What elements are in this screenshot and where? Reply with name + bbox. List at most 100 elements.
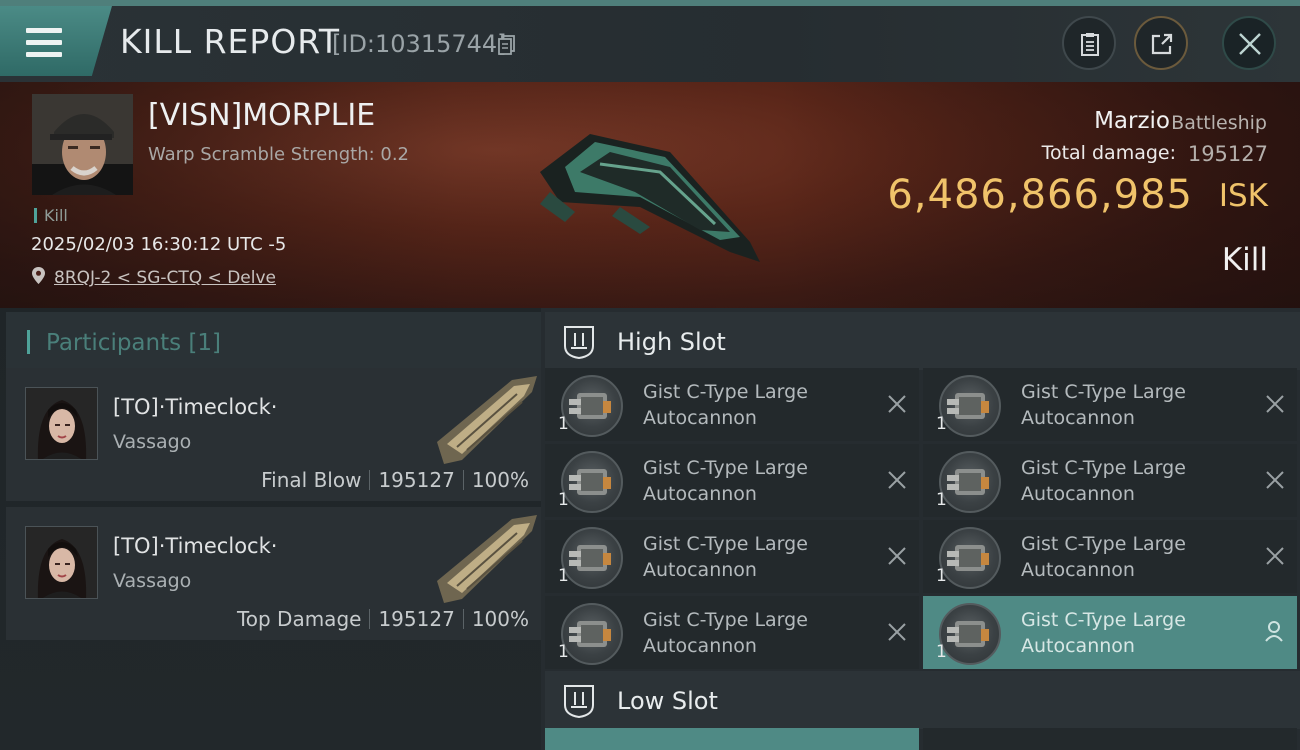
module-name: Gist C-Type Large Autocannon [643,533,808,581]
close-icon[interactable] [1265,546,1285,566]
victim-banner: [VISN]MORPLIE Warp Scramble Strength: 0.… [0,82,1300,308]
autocannon-icon [561,451,623,513]
location-link[interactable]: 8RQJ-2 < SG-CTQ < Delve [54,268,276,288]
high-slot-module[interactable]: 1 Gist C-Type Large Autocannon [545,596,919,669]
module-quantity: 1 [936,566,947,586]
participants-header: Participants [1] [6,312,541,370]
module-quantity: 1 [936,414,947,434]
clipboard-button[interactable] [1062,16,1116,70]
participant-corp: Vassago [113,431,192,453]
module-quantity: 1 [558,414,569,434]
autocannon-icon [561,603,623,665]
autocannon-icon [939,603,1001,665]
low-slot-title: Low Slot [617,687,718,715]
person-icon[interactable] [1265,620,1283,642]
participant-percent: 100% [471,607,529,631]
close-icon[interactable] [887,546,907,566]
participant-stats: Top Damage 195127 100% [237,607,529,631]
high-slot-module[interactable]: 1 Gist C-Type Large Autocannon [923,520,1297,593]
close-icon[interactable] [887,622,907,642]
module-quantity: 1 [936,490,947,510]
menu-icon[interactable] [26,28,62,58]
high-slot-header: High Slot [545,312,1300,370]
close-icon [1239,33,1261,55]
low-slot-header: Low Slot [545,671,1300,729]
high-slot-module[interactable]: 1 Gist C-Type Large Autocannon [545,520,919,593]
share-button[interactable] [1134,16,1188,70]
participant-ship-image [437,515,537,603]
module-name: Gist C-Type Large Autocannon [1021,609,1186,657]
participant-name[interactable]: [TO]·Timeclock· [113,395,277,419]
participant-name[interactable]: [TO]·Timeclock· [113,534,277,558]
autocannon-icon [939,375,1001,437]
close-icon[interactable] [1265,394,1285,414]
high-slot-title: High Slot [617,328,726,356]
participant-ship-image [437,376,537,464]
module-name: Gist C-Type Large Autocannon [1021,533,1186,581]
autocannon-icon [939,527,1001,589]
isk-unit: ISK [1218,178,1268,214]
module-name: Gist C-Type Large Autocannon [1021,381,1186,429]
close-icon[interactable] [1265,470,1285,490]
report-id: [ID:10315744] [332,30,507,58]
module-quantity: 1 [558,642,569,662]
participant-role: Final Blow [261,468,362,492]
victim-portrait[interactable] [32,94,133,195]
participant-portrait[interactable] [25,387,98,460]
autocannon-icon [939,451,1001,513]
high-slot-module[interactable]: 1 Gist C-Type Large Autocannon [923,368,1297,441]
participant-role: Top Damage [236,607,362,631]
header-bar: KILL REPORT [ID:10315744] [0,0,1300,82]
copy-icon[interactable] [498,35,515,55]
total-damage-value: 195127 [1187,142,1268,166]
module-name: Gist C-Type Large Autocannon [1021,457,1186,505]
victim-ship-name: Marzio [1094,108,1170,134]
module-name: Gist C-Type Large Autocannon [643,457,808,505]
module-name: Gist C-Type Large Autocannon [643,609,808,657]
header-accent-line [0,0,1300,6]
module-quantity: 1 [936,642,947,662]
participant-stats: Final Blow 195127 100% [261,468,529,492]
low-slot-module-partial[interactable] [923,728,1297,750]
location-pin-icon [32,267,45,284]
close-icon[interactable] [887,394,907,414]
share-icon [1151,33,1173,55]
total-damage-label: Total damage: [1041,142,1176,164]
participant-row[interactable]: [TO]·Timeclock· Vassago Final Blow 195127… [6,368,541,501]
high-slot-module[interactable]: 1 Gist C-Type Large Autocannon [545,444,919,517]
module-name: Gist C-Type Large Autocannon [643,381,808,429]
fitting-panel: High Slot 1 Gist C-Type Large Autocannon 1 G… [541,308,1300,750]
close-button[interactable] [1222,16,1276,70]
kill-tag: Kill [34,206,68,225]
menu-button[interactable] [0,6,112,76]
participant-damage: 195127 [378,468,455,492]
pilot-portrait-image [32,94,133,195]
high-slot-module[interactable]: 1 Gist C-Type Large Autocannon [545,368,919,441]
isk-value: 6,486,866,985 [887,172,1193,218]
participants-panel: Participants [1] [TO]·Timeclock· Vassago [0,308,541,750]
autocannon-icon [561,375,623,437]
high-slot-module[interactable]: 1 Gist C-Type Large Autocannon [923,596,1297,669]
victim-name[interactable]: [VISN]MORPLIE [148,98,375,133]
participant-damage: 195127 [378,607,455,631]
participant-percent: 100% [471,468,529,492]
participant-portrait[interactable] [25,526,98,599]
low-slot-icon [564,685,594,719]
kill-datetime: 2025/02/03 16:30:12 UTC -5 [31,234,287,255]
participant-corp: Vassago [113,570,192,592]
clipboard-icon [1081,33,1099,56]
close-icon[interactable] [887,470,907,490]
module-quantity: 1 [558,566,569,586]
high-slot-module[interactable]: 1 Gist C-Type Large Autocannon [923,444,1297,517]
module-quantity: 1 [558,490,569,510]
kill-result: Kill [1221,242,1268,278]
participant-row[interactable]: [TO]·Timeclock· Vassago Top Damage 195127… [6,507,541,640]
low-slot-module-partial[interactable] [545,728,919,750]
autocannon-icon [561,527,623,589]
participants-title: Participants [1] [46,330,221,356]
victim-ship-class: Battleship [1171,112,1267,134]
page-title: KILL REPORT [120,22,340,61]
warp-scramble-strength: Warp Scramble Strength: 0.2 [148,144,410,165]
victim-ship-image [540,134,760,262]
high-slot-icon [564,326,594,360]
